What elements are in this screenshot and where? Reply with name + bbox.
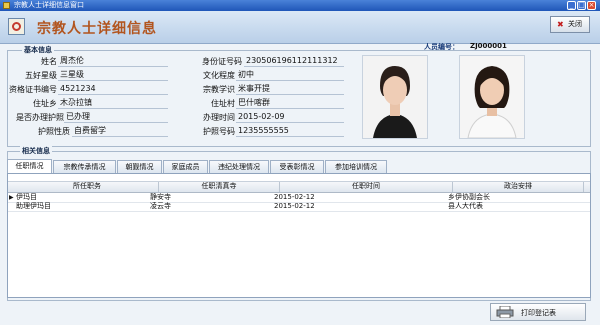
apply-date-label: 办理时间 — [203, 113, 235, 122]
tab-appointment[interactable]: 任职情况 — [7, 159, 52, 173]
window-close-icon[interactable]: × — [587, 1, 596, 10]
staff-number-value: ZJ000001 — [470, 42, 507, 50]
column-header-post[interactable]: 所任职务 — [16, 182, 159, 192]
tab-commendation[interactable]: 受表彰情况 — [270, 160, 324, 173]
window-titlebar: 宗教人士详细信息窗口 _ □ × — [0, 0, 600, 11]
license-field: 已办理 — [64, 111, 168, 123]
license-label: 是否办理护照 — [16, 113, 64, 122]
cell-mosque: 静安寺 — [150, 193, 171, 201]
tab-pilgrimage[interactable]: 朝觐情况 — [117, 160, 162, 173]
table-row[interactable]: 助理伊玛目 凌云寺 2015-02-12 县人大代表 — [8, 202, 590, 212]
maximize-icon[interactable]: □ — [577, 1, 586, 10]
person-photo-1 — [362, 55, 428, 139]
name-label: 姓名 — [41, 57, 57, 66]
stars-field: 三星级 — [58, 69, 168, 81]
township-label: 住址乡 — [33, 99, 57, 108]
column-header-mosque[interactable]: 任职清真寺 — [159, 182, 280, 192]
village-label: 住址村 — [211, 99, 235, 108]
id-no-label: 身份证号码 — [202, 57, 242, 66]
grid-header: 所任职务 任职清真寺 任职时间 政治安排 — [8, 181, 590, 193]
page-title: 宗教人士详细信息 — [37, 21, 157, 37]
column-header-date[interactable]: 任职时间 — [280, 182, 453, 192]
tab-family[interactable]: 家庭成员 — [163, 160, 208, 173]
printer-icon — [496, 306, 514, 318]
education-label: 文化程度 — [203, 71, 235, 80]
cell-date: 2015-02-12 — [274, 193, 315, 201]
name-field: 周杰伦 — [58, 55, 168, 67]
person-photo-2 — [459, 55, 525, 139]
minimize-icon[interactable]: _ — [567, 1, 576, 10]
passport-no-field: 1235555555 — [236, 125, 344, 137]
cert-no-label: 资格证书编号 — [9, 85, 57, 94]
stars-label: 五好星级 — [25, 71, 57, 80]
cert-no-field: 4521234 — [58, 83, 168, 95]
cell-political: 县人大代表 — [448, 202, 483, 210]
village-field: 巴什喀群 — [236, 97, 344, 109]
close-button[interactable]: ✖ 关闭 — [550, 16, 590, 33]
basic-info-title: 基本信息 — [22, 45, 54, 55]
column-header-political[interactable]: 政治安排 — [453, 182, 584, 192]
id-no-field: 230506196112111312 — [244, 55, 344, 67]
window-title: 宗教人士详细信息窗口 — [14, 1, 84, 9]
tab-discipline[interactable]: 违纪处理情况 — [209, 160, 269, 173]
tab-training[interactable]: 参加培训情况 — [325, 160, 387, 173]
tab-heritage[interactable]: 宗教传承情况 — [53, 160, 116, 173]
print-register-button[interactable]: 打印登记表 — [490, 303, 586, 321]
township-field: 木尕拉镇 — [58, 97, 168, 109]
related-info-title: 相关信息 — [20, 146, 52, 156]
cell-post: 伊玛目 — [16, 193, 37, 201]
cell-post: 助理伊玛目 — [16, 202, 51, 210]
cell-date: 2015-02-12 — [274, 202, 315, 210]
religion-emblem-icon — [8, 18, 25, 35]
passport-no-label: 护照号码 — [203, 127, 235, 136]
cell-mosque: 凌云寺 — [150, 202, 171, 210]
page-header: 宗教人士详细信息 — [0, 11, 600, 44]
passport-type-field: 自费留学 — [72, 125, 168, 137]
close-button-label: 关闭 — [568, 20, 582, 28]
appointment-grid[interactable]: 所任职务 任职清真寺 任职时间 政治安排 ▶ 伊玛目 静安寺 2015-02-1… — [7, 173, 591, 298]
religious-knowledge-label: 宗教学识 — [203, 85, 235, 94]
cell-political: 乡伊协副会长 — [448, 193, 490, 201]
apply-date-field: 2015-02-09 — [236, 111, 344, 123]
print-register-label: 打印登记表 — [521, 309, 556, 317]
religious-knowledge-field: 米事开提 — [236, 83, 344, 95]
passport-type-label: 护照性质 — [38, 127, 70, 136]
app-icon — [3, 2, 10, 9]
current-row-icon: ▶ — [9, 194, 14, 201]
education-field: 初中 — [236, 69, 344, 81]
close-x-icon: ✖ — [557, 20, 564, 29]
